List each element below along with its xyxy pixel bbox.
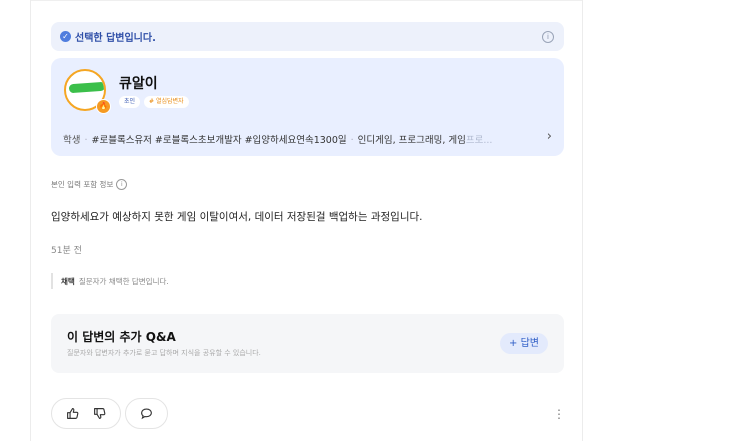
answer-card: ✓ 선택한 답변입니다. i 🔥 큐알이 초인 # 열심답변자 학생 · #로블록스… [30, 0, 583, 441]
reaction-bar [51, 398, 168, 429]
additional-qa-title: 이 답변의 추가 Q&A [67, 330, 176, 344]
info-icon[interactable]: i [542, 30, 554, 43]
answer-body: 입양하세요가 예상하지 못한 게임 이탈이여서, 데이터 저장된걸 백업하는 과… [51, 211, 423, 223]
card-divider [31, 0, 582, 1]
author-tags: 초인 # 열심답변자 [119, 96, 189, 108]
adopted-notice: 채택 질문자가 채택한 답변입니다. [51, 273, 169, 289]
author-name[interactable]: 큐알이 [119, 73, 158, 93]
self-reported-info-text: 본인 입력 포함 정보 [51, 180, 114, 189]
info-icon[interactable]: i [116, 179, 128, 190]
answer-timestamp: 51분 전 [51, 246, 82, 256]
comment-icon[interactable] [140, 407, 153, 420]
author-interests: 인디게임, 프로그래밍, 게임 [357, 135, 466, 146]
comment-pill[interactable] [125, 398, 168, 429]
vote-pill [51, 398, 121, 429]
add-answer-button[interactable]: + 답변 [500, 333, 548, 354]
fire-badge-icon: 🔥 [96, 99, 111, 114]
selected-answer-banner: ✓ 선택한 답변입니다. i [51, 22, 564, 51]
additional-qa-box: 이 답변의 추가 Q&A 질문자와 답변자가 추가로 묻고 답하며 지식을 공유… [51, 314, 564, 373]
selected-answer-text: 선택한 답변입니다. [75, 33, 156, 44]
adopted-description: 질문자가 채택한 답변입니다. [78, 276, 169, 286]
thumbs-up-icon[interactable] [66, 407, 79, 420]
adopted-label: 채택 [61, 276, 75, 286]
additional-qa-description: 질문자와 답변자가 추가로 묻고 답하며 지식을 공유할 수 있습니다. [67, 349, 261, 357]
author-hashtags: #로블록스유저 #로블록스초보개발자 #입양하세요연속1300일 [91, 135, 347, 146]
hot-answerer-badge: # 열심답변자 [144, 96, 189, 108]
self-reported-info-label: 본인 입력 포함 정보 i [51, 179, 128, 190]
author-profile-card[interactable]: 🔥 큐알이 초인 # 열심답변자 학생 · #로블록스유저 #로블록스초보개발자 #… [51, 58, 564, 156]
chevron-right-icon[interactable]: › [547, 129, 552, 144]
author-job: 학생 [63, 135, 81, 146]
check-circle-icon: ✓ [60, 31, 71, 42]
author-bio: 학생 · #로블록스유저 #로블록스초보개발자 #입양하세요연속1300일 · 인디게임… [63, 135, 493, 146]
more-options-icon[interactable]: ⋮ [553, 407, 565, 421]
avatar-image [68, 81, 104, 94]
rank-badge: 초인 [119, 96, 141, 108]
author-interests-overflow: 프로... [465, 135, 493, 146]
thumbs-down-icon[interactable] [93, 407, 106, 420]
